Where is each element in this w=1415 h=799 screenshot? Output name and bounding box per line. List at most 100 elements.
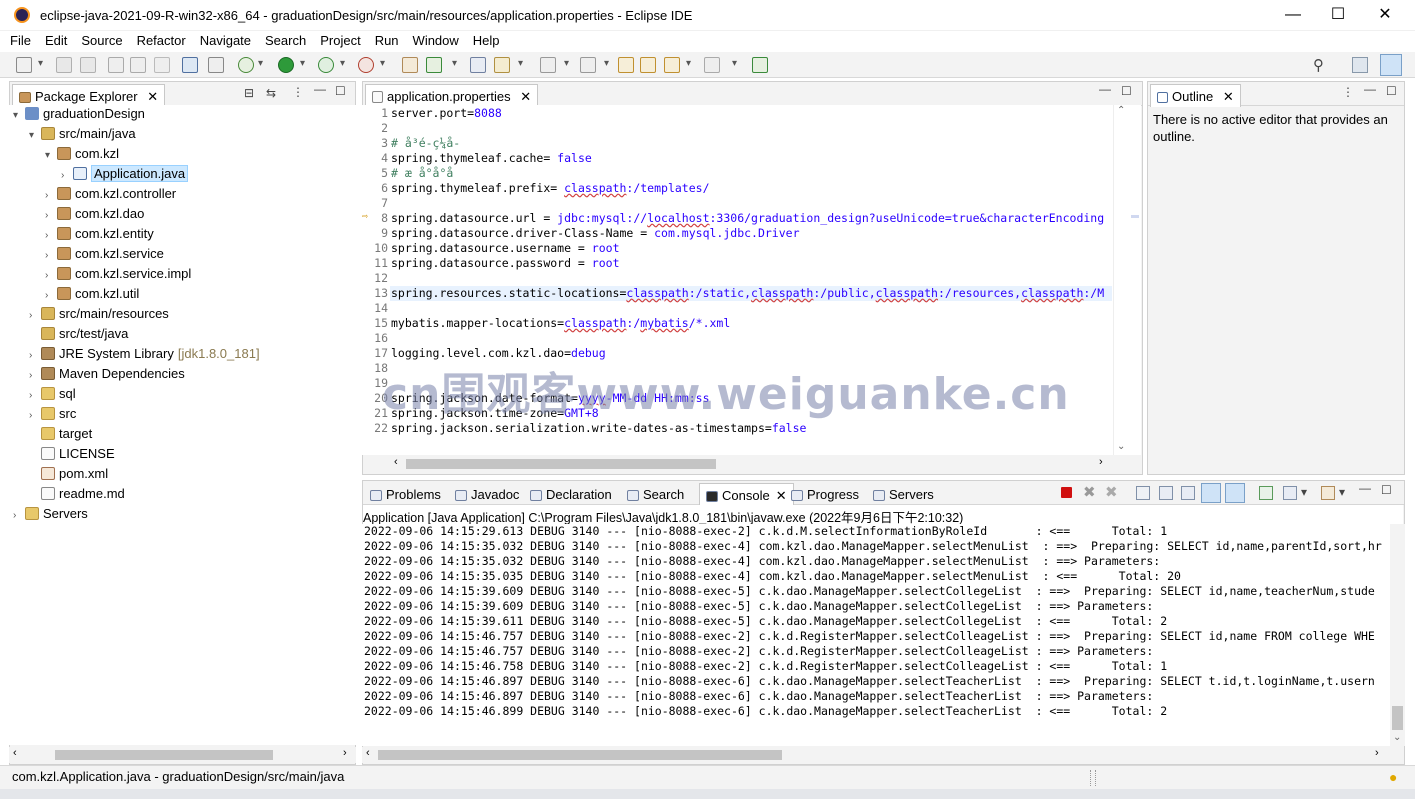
tree-item[interactable]: › Servers: [13, 505, 88, 525]
scroll-right-icon[interactable]: ›: [1375, 747, 1379, 759]
search-icon[interactable]: ⚲: [1313, 56, 1324, 74]
console-horizontal-scrollbar[interactable]: ‹ ›: [362, 747, 1390, 763]
close-icon[interactable]: ✕: [776, 488, 787, 503]
console-vertical-scrollbar[interactable]: ⌄: [1390, 524, 1405, 746]
link-with-editor-icon[interactable]: ⇆: [266, 86, 276, 100]
chevron-down-icon[interactable]: ▾: [13, 107, 25, 125]
close-icon[interactable]: ✕: [147, 89, 158, 104]
menu-search[interactable]: Search: [258, 31, 313, 48]
tree-item[interactable]: › src: [29, 405, 76, 425]
collapse-all-icon[interactable]: ⊟: [244, 86, 254, 100]
next-annotation-icon[interactable]: [540, 57, 556, 73]
tree-item[interactable]: › sql: [29, 385, 76, 405]
maximize-button[interactable]: ☐: [1315, 4, 1361, 28]
chevron-right-icon[interactable]: ›: [45, 267, 57, 285]
tree-item[interactable]: › Application.java: [61, 165, 189, 185]
menu-edit[interactable]: Edit: [38, 31, 74, 48]
tab-application-properties[interactable]: application.properties ✕: [365, 84, 539, 107]
chevron-down-icon[interactable]: ▾: [686, 58, 691, 69]
chevron-right-icon[interactable]: ›: [45, 247, 57, 265]
chevron-right-icon[interactable]: ›: [45, 287, 57, 305]
java-perspective-icon[interactable]: [1380, 54, 1402, 76]
chevron-down-icon[interactable]: ▾: [258, 58, 263, 69]
show-on-error-icon[interactable]: [1225, 483, 1245, 503]
back-icon[interactable]: [640, 57, 656, 73]
menu-help[interactable]: Help: [466, 31, 507, 48]
pin-editor-icon[interactable]: [752, 57, 768, 73]
tip-lightbulb-icon[interactable]: ●: [1389, 769, 1397, 785]
chevron-down-icon[interactable]: ▾: [518, 58, 523, 69]
prev-annotation-icon[interactable]: [580, 57, 596, 73]
scrollbar-thumb[interactable]: [406, 459, 716, 469]
new-icon[interactable]: [16, 57, 32, 73]
tree-item[interactable]: ▾ src/main/java: [29, 125, 136, 145]
scroll-left-icon[interactable]: ‹: [366, 747, 370, 759]
tree-item[interactable]: › com.kzl.service.impl: [45, 265, 191, 285]
external-tools-icon[interactable]: [358, 57, 374, 73]
chevron-down-icon[interactable]: ▾: [45, 147, 57, 165]
search-tool-icon[interactable]: [494, 57, 510, 73]
tab-javadoc[interactable]: Javadoc: [451, 484, 523, 505]
menu-navigate[interactable]: Navigate: [193, 31, 258, 48]
console-output[interactable]: 2022-09-06 14:15:29.613 DEBUG 3140 --- […: [362, 524, 1390, 746]
scroll-right-icon[interactable]: ›: [1099, 456, 1103, 468]
scroll-down-icon[interactable]: ⌄: [1117, 441, 1125, 452]
scroll-left-icon[interactable]: ‹: [394, 456, 398, 468]
chevron-down-icon[interactable]: ▾: [564, 58, 569, 69]
tab-console[interactable]: Console ✕: [699, 483, 794, 506]
chevron-down-icon[interactable]: ▾: [380, 58, 385, 69]
print-icon[interactable]: [108, 57, 124, 73]
stop-icon[interactable]: [1061, 487, 1072, 498]
tab-search[interactable]: Search: [623, 484, 688, 505]
chevron-right-icon[interactable]: ›: [29, 367, 41, 385]
tree-item[interactable]: src/test/java: [29, 325, 128, 345]
view-menu-icon[interactable]: ⋮: [1342, 85, 1354, 99]
package-explorer-scrollbar[interactable]: ‹ ›: [9, 747, 356, 763]
chevron-right-icon[interactable]: ›: [29, 307, 41, 325]
open-console-icon[interactable]: [1321, 486, 1335, 500]
tab-declaration[interactable]: Declaration: [526, 484, 616, 505]
tree-item[interactable]: › com.kzl.dao: [45, 205, 144, 225]
menu-project[interactable]: Project: [313, 31, 367, 48]
run-icon[interactable]: [278, 57, 294, 73]
chevron-right-icon[interactable]: ›: [29, 347, 41, 365]
word-wrap-icon[interactable]: [1181, 486, 1195, 500]
close-icon[interactable]: ✕: [1223, 89, 1234, 104]
save-all-icon[interactable]: [80, 57, 96, 73]
remove-all-launches-icon[interactable]: ✖: [1105, 483, 1118, 501]
chevron-down-icon[interactable]: ▾: [732, 58, 737, 69]
maximize-view-icon[interactable]: ☐: [1121, 84, 1132, 98]
chevron-down-icon[interactable]: ▾: [1339, 485, 1345, 499]
maximize-view-icon[interactable]: ☐: [1386, 84, 1397, 98]
menu-run[interactable]: Run: [368, 31, 406, 48]
minimize-view-icon[interactable]: —: [1364, 82, 1376, 96]
chevron-down-icon[interactable]: ▾: [1301, 485, 1307, 499]
menu-file[interactable]: File: [0, 31, 38, 48]
pilcrow-icon[interactable]: [154, 57, 170, 73]
minimize-button[interactable]: —: [1270, 4, 1316, 28]
tree-item[interactable]: pom.xml: [29, 465, 108, 485]
terminal-icon[interactable]: [182, 57, 198, 73]
editor-vertical-scrollbar[interactable]: ⌃ ⌄: [1113, 105, 1129, 455]
last-edit-icon[interactable]: [618, 57, 634, 73]
minimize-view-icon[interactable]: —: [314, 82, 326, 96]
debug-icon[interactable]: [238, 57, 254, 73]
tab-outline[interactable]: Outline ✕: [1150, 84, 1241, 107]
properties-icon[interactable]: [130, 57, 146, 73]
tree-item[interactable]: readme.md: [29, 485, 125, 505]
save-icon[interactable]: [56, 57, 72, 73]
chevron-down-icon[interactable]: ▾: [604, 58, 609, 69]
tree-item[interactable]: › com.kzl.controller: [45, 185, 176, 205]
chevron-down-icon[interactable]: ▾: [452, 58, 457, 69]
display-console-icon[interactable]: [1283, 486, 1297, 500]
tab-package-explorer[interactable]: Package Explorer ✕: [12, 84, 166, 107]
chevron-right-icon[interactable]: ›: [61, 167, 73, 185]
maximize-view-icon[interactable]: ☐: [1381, 483, 1392, 497]
scrollbar-thumb[interactable]: [55, 750, 273, 760]
chevron-right-icon[interactable]: ›: [29, 407, 41, 425]
chevron-right-icon[interactable]: ›: [45, 227, 57, 245]
tree-item[interactable]: › src/main/resources: [29, 305, 169, 325]
editor-horizontal-scrollbar[interactable]: ‹ ›: [390, 456, 1112, 472]
chevron-right-icon[interactable]: ›: [45, 187, 57, 205]
chevron-down-icon[interactable]: ▾: [38, 58, 43, 69]
